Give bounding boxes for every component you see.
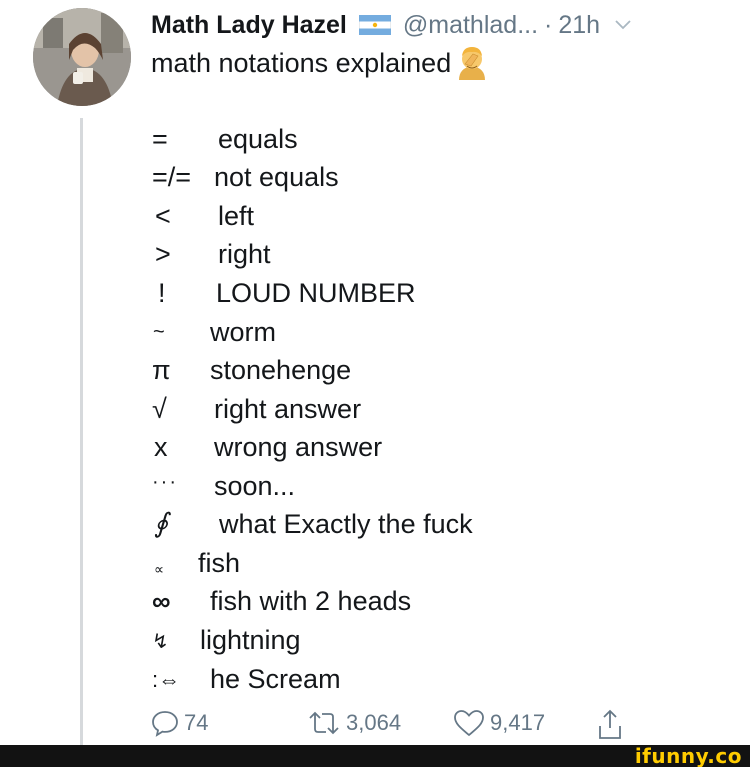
thread-line	[80, 118, 83, 745]
notation-meaning: right answer	[214, 394, 362, 424]
notation-symbol: <	[155, 201, 171, 231]
author-handle[interactable]: @mathlad...	[403, 11, 538, 40]
watermark-bar: ifunny.co	[0, 745, 750, 767]
retweet-icon	[309, 711, 339, 735]
notation-meaning: not equals	[214, 162, 339, 192]
notation-meaning: what Exactly the fuck	[219, 509, 473, 539]
tweet-actions: 74 3,064 9,417	[150, 708, 650, 748]
notation-meaning: he Scream	[210, 664, 341, 694]
avatar-photo	[33, 8, 131, 106]
notation-meaning: LOUD NUMBER	[216, 278, 416, 308]
share-icon	[599, 709, 621, 739]
reply-count: 74	[184, 710, 209, 735]
notation-symbol: !	[158, 278, 166, 308]
notation-meaning: equals	[218, 124, 298, 154]
tweet-text: math notations explained	[151, 44, 491, 82]
notation-symbol: =	[152, 124, 168, 154]
notation-meaning: right	[218, 239, 271, 269]
like-button[interactable]: 9,417	[452, 708, 545, 738]
notation-symbol: ···	[152, 471, 178, 493]
notation-symbol: ∝	[154, 561, 165, 577]
avatar[interactable]	[33, 8, 131, 106]
ifunny-logo: ifunny.co	[634, 744, 742, 767]
tweet-text-label: math notations explained	[151, 47, 452, 78]
notation-symbol: :⇔	[152, 667, 181, 692]
notation-symbol: ↯	[152, 631, 169, 653]
chevron-down-icon[interactable]	[614, 19, 632, 31]
like-count: 9,417	[490, 710, 546, 735]
share-button[interactable]	[596, 708, 628, 742]
notation-meaning: left	[218, 201, 255, 231]
notation-symbol: ~	[153, 321, 165, 343]
author-name[interactable]: Math Lady Hazel	[151, 11, 347, 40]
notation-meaning: worm	[210, 317, 276, 347]
notation-symbol: ∮	[154, 508, 169, 539]
heart-icon	[454, 710, 484, 737]
notation-meaning: lightning	[200, 625, 301, 655]
tweet-header: Math Lady Hazel @mathlad... · 21h	[151, 8, 632, 42]
notation-meaning: fish	[198, 548, 241, 578]
retweet-count: 3,064	[346, 710, 402, 735]
notation-meaning: stonehenge	[210, 355, 352, 385]
notation-symbol: ∞	[152, 586, 171, 616]
notation-symbol: x	[154, 432, 168, 462]
separator-dot: ·	[544, 10, 553, 39]
notation-meaning: soon...	[214, 471, 296, 501]
notation-symbol: π	[152, 355, 171, 385]
argentina-flag-icon	[358, 15, 391, 35]
notation-symbol: >	[155, 239, 171, 269]
notation-symbol: =/=	[152, 162, 192, 192]
retweet-button[interactable]: 3,064	[306, 708, 401, 738]
reply-icon	[152, 711, 178, 737]
notation-symbol: √	[152, 394, 167, 424]
facepalm-emoji-icon	[459, 47, 486, 80]
notation-meaning: wrong answer	[214, 432, 383, 462]
timestamp[interactable]: 21h	[558, 11, 600, 40]
notation-meaning: fish with 2 heads	[210, 586, 412, 616]
reply-button[interactable]: 74	[150, 708, 208, 738]
